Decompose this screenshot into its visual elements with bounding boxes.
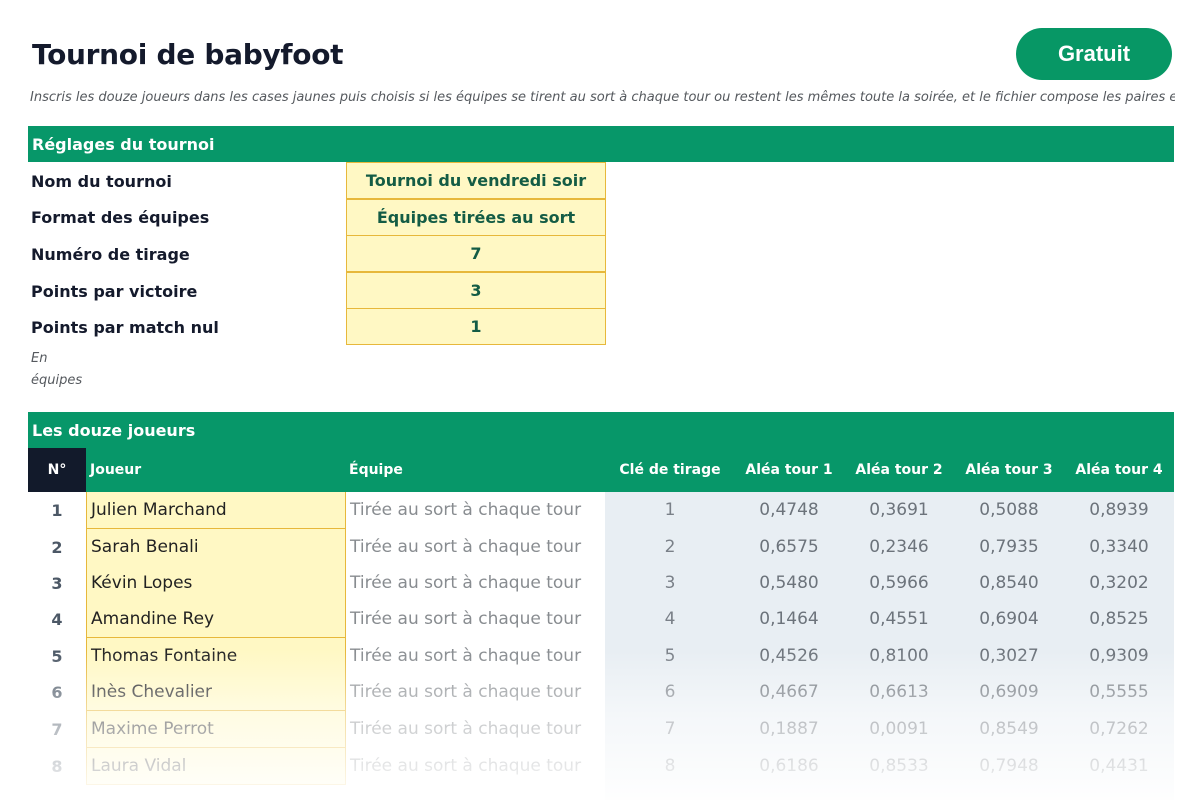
row-number: 2 (51, 538, 63, 557)
draw-key-cell: 7 (664, 719, 676, 739)
setting-value-tie[interactable]: 1 (346, 308, 606, 345)
col-header-round-3: Aléa tour 3 (965, 462, 1053, 478)
intro-text: Inscris les douze joueurs dans les cases… (30, 90, 1175, 105)
random-round-1-cell: 0,5480 (759, 573, 819, 593)
draw-key-cell: 6 (664, 682, 676, 702)
team-cell: Tirée au sort à chaque tour (350, 646, 582, 666)
setting-value-name[interactable]: Tournoi du vendredi soir (346, 162, 606, 199)
random-round-1-cell: 0,4526 (759, 646, 819, 666)
draw-key-cell: 2 (664, 537, 676, 557)
team-cell: Tirée au sort à chaque tour (350, 573, 582, 593)
table-row: 5 Thomas Fontaine Tirée au sort à chaque… (28, 638, 1174, 675)
table-row: 2 Sarah Benali Tirée au sort à chaque to… (28, 529, 1174, 566)
col-header-round-1: Aléa tour 1 (745, 462, 833, 478)
row-number: 7 (51, 720, 63, 739)
team-cell: Tirée au sort à chaque tour (350, 500, 582, 520)
draw-key-cell: 4 (664, 609, 676, 629)
random-round-2-cell: 0,8100 (869, 646, 929, 666)
col-header-team: Équipe (349, 462, 403, 478)
random-round-1-cell: 0,1887 (759, 719, 819, 739)
random-round-2-cell: 0,0091 (869, 719, 929, 739)
draw-key-cell: 5 (664, 646, 676, 666)
player-name-input[interactable]: Kévin Lopes (86, 565, 346, 602)
row-number: 1 (51, 501, 63, 520)
players-section-header: Les douze joueurs (28, 412, 1174, 448)
random-round-1-cell: 0,4667 (759, 682, 819, 702)
settings-note: En équipes (31, 351, 83, 388)
table-row: 7 Maxime Perrot Tirée au sort à chaque t… (28, 711, 1174, 748)
random-round-3-cell: 0,8540 (979, 573, 1039, 593)
col-header-key: Clé de tirage (619, 462, 721, 478)
player-name-input[interactable]: Inès Chevalier (86, 674, 346, 711)
random-round-4-cell: 0,3202 (1089, 573, 1149, 593)
random-round-2-cell: 0,6613 (869, 682, 929, 702)
random-round-4-cell: 0,3340 (1089, 537, 1149, 557)
setting-label-win: Points par victoire (31, 282, 198, 301)
random-round-4-cell: 0,7262 (1089, 719, 1149, 739)
team-cell: Tirée au sort à chaque tour (350, 682, 582, 702)
random-round-3-cell: 0,8549 (979, 719, 1039, 739)
player-name-input[interactable]: Thomas Fontaine (86, 638, 346, 675)
player-name-input[interactable]: Amandine Rey (86, 601, 346, 638)
setting-value-draw[interactable]: 7 (346, 235, 606, 272)
team-cell: Tirée au sort à chaque tour (350, 756, 582, 776)
setting-label-format: Format des équipes (31, 208, 210, 227)
setting-label-tie: Points par match nul (31, 318, 219, 337)
player-name-input[interactable]: Julien Marchand (86, 492, 346, 529)
row-number: 5 (51, 647, 63, 666)
random-round-1-cell: 0,4748 (759, 500, 819, 520)
setting-value-win[interactable]: 3 (346, 272, 606, 309)
table-row: 4 Amandine Rey Tirée au sort à chaque to… (28, 601, 1174, 638)
random-round-3-cell: 0,3027 (979, 646, 1039, 666)
random-round-1-cell: 0,6186 (759, 756, 819, 776)
free-button[interactable]: Gratuit (1016, 28, 1172, 80)
settings-section-header: Réglages du tournoi (28, 126, 1174, 162)
table-row: 6 Inès Chevalier Tirée au sort à chaque … (28, 674, 1174, 711)
table-header-row: Joueur Équipe Clé de tirage Aléa tour 1 … (28, 448, 1174, 492)
setting-value-format[interactable]: Équipes tirées au sort (346, 199, 606, 236)
table-row: 1 Julien Marchand Tirée au sort à chaque… (28, 492, 1174, 529)
row-number: 4 (51, 610, 63, 629)
random-round-2-cell: 0,5966 (869, 573, 929, 593)
draw-key-cell: 8 (664, 756, 676, 776)
draw-key-cell: 1 (664, 500, 676, 520)
random-round-2-cell: 0,8533 (869, 756, 929, 776)
random-round-4-cell: 0,9309 (1089, 646, 1149, 666)
team-cell: Tirée au sort à chaque tour (350, 609, 582, 629)
col-header-number: N° (28, 448, 86, 492)
setting-label-draw: Numéro de tirage (31, 245, 190, 264)
random-round-3-cell: 0,5088 (979, 500, 1039, 520)
col-header-round-4: Aléa tour 4 (1075, 462, 1163, 478)
row-number: 8 (51, 757, 63, 776)
random-round-4-cell: 0,8939 (1089, 500, 1149, 520)
random-round-1-cell: 0,6575 (759, 537, 819, 557)
setting-label-name: Nom du tournoi (31, 172, 172, 191)
player-name-input[interactable]: Laura Vidal (86, 748, 346, 785)
random-round-2-cell: 0,4551 (869, 609, 929, 629)
random-round-3-cell: 0,7935 (979, 537, 1039, 557)
team-cell: Tirée au sort à chaque tour (350, 719, 582, 739)
random-round-4-cell: 0,4431 (1089, 756, 1149, 776)
random-round-3-cell: 0,7948 (979, 756, 1039, 776)
random-round-3-cell: 0,6909 (979, 682, 1039, 702)
random-round-4-cell: 0,5555 (1089, 682, 1149, 702)
random-round-4-cell: 0,8525 (1089, 609, 1149, 629)
row-number: 3 (51, 574, 63, 593)
table-row: 8 Laura Vidal Tirée au sort à chaque tou… (28, 748, 1174, 785)
random-round-1-cell: 0,1464 (759, 609, 819, 629)
draw-key-cell: 3 (664, 573, 676, 593)
row-number: 6 (51, 683, 63, 702)
player-name-input[interactable]: Maxime Perrot (86, 711, 346, 748)
col-header-round-2: Aléa tour 2 (855, 462, 943, 478)
team-cell: Tirée au sort à chaque tour (350, 537, 582, 557)
random-round-2-cell: 0,3691 (869, 500, 929, 520)
page-title: Tournoi de babyfoot (32, 38, 344, 71)
random-round-2-cell: 0,2346 (869, 537, 929, 557)
random-round-3-cell: 0,6904 (979, 609, 1039, 629)
col-header-player: Joueur (90, 462, 142, 478)
table-row: 3 Kévin Lopes Tirée au sort à chaque tou… (28, 565, 1174, 602)
player-name-input[interactable]: Sarah Benali (86, 529, 346, 566)
